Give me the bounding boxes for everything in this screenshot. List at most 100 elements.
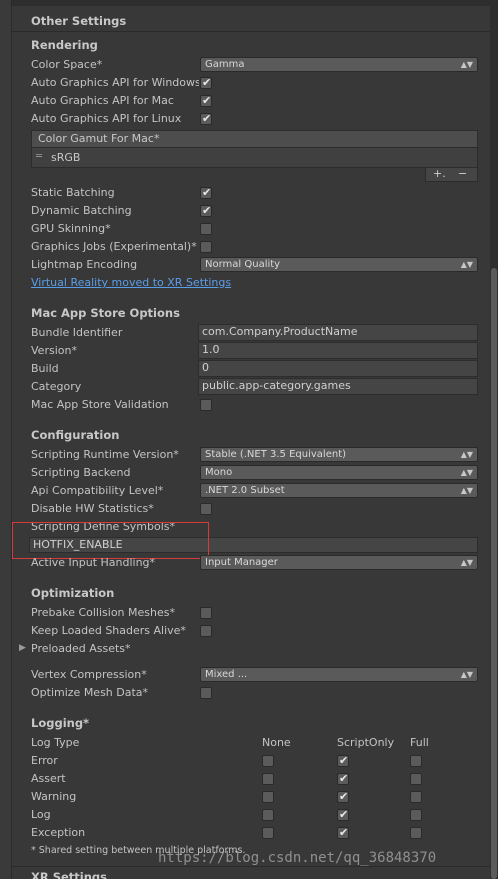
build-field[interactable]: 0 — [198, 360, 478, 377]
prebake-checkbox[interactable] — [200, 607, 212, 619]
color-gamut-item[interactable]: ═ sRGB — [32, 148, 477, 168]
dropdown-arrows-icon: ▲▼ — [460, 558, 473, 567]
log-none-checkbox[interactable] — [262, 791, 274, 803]
lightmap-encoding-label: Lightmap Encoding — [31, 258, 138, 271]
expand-arrow-icon[interactable]: ▶ — [19, 643, 26, 653]
category-label: Category — [31, 380, 82, 393]
vertex-compression-dropdown[interactable]: Mixed ... ▲▼ — [200, 667, 478, 682]
header-divider — [12, 31, 490, 32]
scripting-backend-value: Mono — [205, 467, 233, 478]
bundle-identifier-field[interactable]: com.Company.ProductName — [198, 324, 478, 341]
rendering-header: Rendering — [31, 38, 98, 52]
runtime-version-label: Scripting Runtime Version* — [31, 448, 179, 461]
dynamic-batching-checkbox[interactable] — [200, 204, 212, 217]
api-compat-value: .NET 2.0 Subset — [205, 485, 285, 496]
log-none-checkbox[interactable] — [262, 809, 274, 821]
api-compat-label: Api Compatibility Level* — [31, 484, 164, 497]
log-script-checkbox[interactable] — [337, 772, 349, 785]
color-gamut-list: Color Gamut For Mac* ═ sRGB — [31, 130, 478, 168]
log-row-label: Log — [31, 808, 51, 821]
color-gamut-item-label: sRGB — [51, 151, 81, 164]
top-edge — [12, 0, 490, 6]
log-row-label: Exception — [31, 826, 86, 839]
log-row-label: Error — [31, 754, 58, 767]
optimize-mesh-checkbox[interactable] — [200, 687, 212, 699]
dropdown-arrows-icon: ▲▼ — [460, 60, 473, 69]
auto-api-windows-checkbox[interactable] — [200, 76, 212, 89]
log-full-checkbox[interactable] — [410, 809, 422, 821]
log-full-checkbox[interactable] — [410, 827, 422, 839]
graphics-jobs-label: Graphics Jobs (Experimental)* — [31, 240, 197, 253]
log-type-header: Log Type — [31, 736, 80, 749]
dropdown-arrows-icon: ▲▼ — [460, 486, 473, 495]
category-field[interactable]: public.app-category.games — [198, 378, 478, 395]
auto-api-linux-checkbox[interactable] — [200, 112, 212, 125]
log-full-checkbox[interactable] — [410, 755, 422, 767]
auto-api-mac-checkbox[interactable] — [200, 94, 212, 107]
dropdown-arrows-icon: ▲▼ — [460, 468, 473, 477]
dynamic-batching-label: Dynamic Batching — [31, 204, 132, 217]
runtime-version-dropdown[interactable]: Stable (.NET 3.5 Equivalent) ▲▼ — [200, 447, 478, 462]
keep-shaders-checkbox[interactable] — [200, 625, 212, 637]
graphics-jobs-checkbox[interactable] — [200, 241, 212, 253]
preloaded-assets-label[interactable]: Preloaded Assets* — [31, 642, 197, 655]
xr-settings-header[interactable]: XR Settings — [31, 870, 107, 879]
dropdown-arrows-icon: ▲▼ — [460, 670, 473, 679]
add-item-icon[interactable]: +. — [433, 167, 446, 180]
section-title-other-settings[interactable]: Other Settings — [31, 14, 126, 28]
vr-settings-link[interactable]: Virtual Reality moved to XR Settings — [31, 276, 231, 289]
remove-item-icon[interactable]: − — [458, 167, 467, 180]
vertex-compression-label: Vertex Compression* — [31, 668, 147, 681]
api-compat-dropdown[interactable]: .NET 2.0 Subset ▲▼ — [200, 483, 478, 498]
static-batching-checkbox[interactable] — [200, 186, 212, 199]
log-none-checkbox[interactable] — [262, 773, 274, 785]
list-footer: +. − — [425, 167, 478, 182]
static-batching-label: Static Batching — [31, 186, 115, 199]
scrollbar-thumb[interactable] — [491, 268, 497, 879]
lightmap-encoding-value: Normal Quality — [205, 259, 281, 270]
log-scriptonly-header: ScriptOnly — [337, 736, 395, 749]
log-row-label: Warning — [31, 790, 77, 803]
log-none-header: None — [262, 736, 291, 749]
log-full-checkbox[interactable] — [410, 773, 422, 785]
configuration-header: Configuration — [31, 428, 120, 442]
mac-app-store-header: Mac App Store Options — [31, 306, 180, 320]
disable-hw-stats-label: Disable HW Statistics* — [31, 502, 154, 515]
dropdown-arrows-icon: ▲▼ — [460, 450, 473, 459]
gpu-skinning-checkbox[interactable] — [200, 223, 212, 235]
watermark: https://blog.csdn.net/qq_36848370 — [158, 850, 437, 866]
build-label: Build — [31, 362, 59, 375]
version-field[interactable]: 1.0 — [198, 342, 478, 359]
log-full-header: Full — [410, 736, 429, 749]
log-script-checkbox[interactable] — [337, 826, 349, 839]
lightmap-encoding-dropdown[interactable]: Normal Quality ▲▼ — [200, 257, 478, 272]
optimization-header: Optimization — [31, 586, 115, 600]
gpu-skinning-label: GPU Skinning* — [31, 222, 111, 235]
xr-divider — [12, 866, 490, 867]
color-gamut-header: Color Gamut For Mac* — [32, 131, 477, 148]
log-script-checkbox[interactable] — [337, 790, 349, 803]
auto-api-linux-label: Auto Graphics API for Linux — [31, 112, 182, 125]
optimize-mesh-label: Optimize Mesh Data* — [31, 686, 149, 699]
input-handling-dropdown[interactable]: Input Manager ▲▼ — [200, 555, 478, 570]
log-full-checkbox[interactable] — [410, 791, 422, 803]
scripting-backend-dropdown[interactable]: Mono ▲▼ — [200, 465, 478, 480]
log-script-checkbox[interactable] — [337, 754, 349, 767]
color-space-dropdown[interactable]: Gamma ▲▼ — [200, 57, 478, 72]
disable-hw-stats-checkbox[interactable] — [200, 503, 212, 515]
log-script-checkbox[interactable] — [337, 808, 349, 821]
scripting-backend-label: Scripting Backend — [31, 466, 131, 479]
validation-label: Mac App Store Validation — [31, 398, 169, 411]
color-space-label: Color Space* — [31, 58, 103, 71]
logging-header: Logging* — [31, 716, 90, 730]
input-handling-value: Input Manager — [205, 557, 278, 568]
keep-shaders-label: Keep Loaded Shaders Alive* — [31, 624, 186, 637]
validation-checkbox[interactable] — [200, 399, 212, 411]
dropdown-arrows-icon: ▲▼ — [460, 260, 473, 269]
auto-api-mac-label: Auto Graphics API for Mac — [31, 94, 174, 107]
drag-handle-icon[interactable]: ═ — [36, 151, 42, 162]
log-none-checkbox[interactable] — [262, 755, 274, 767]
version-label: Version* — [31, 344, 77, 357]
log-none-checkbox[interactable] — [262, 827, 274, 839]
vertex-compression-value: Mixed ... — [205, 669, 248, 680]
